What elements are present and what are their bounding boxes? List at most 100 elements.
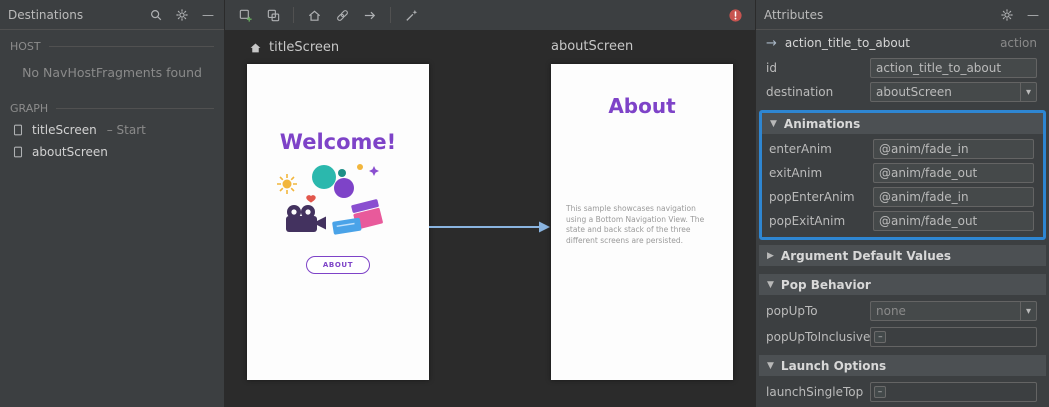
gear-icon[interactable] [174,7,190,23]
collapse-triangle-icon: ▼ [767,360,774,371]
screen-name: titleScreen [269,39,340,55]
about-body-text: This sample showcases navigation using a… [566,204,705,245]
popenteranim-row: popEnterAnim [762,185,1043,209]
attributes-panel-title: Attributes [764,7,824,22]
destination-dropdown[interactable]: aboutScreen ▾ [870,82,1037,102]
popuptoinclusive-row: popUpToInclusive – [756,324,1049,350]
animations-selection-highlight: ▼ Animations enterAnim exitAnim popEnter… [759,110,1046,240]
popupto-value: none [876,304,906,318]
popuptoinclusive-label: popUpToInclusive [766,330,871,344]
chevron-down-icon: ▾ [1020,83,1036,101]
gear-icon[interactable] [999,7,1015,23]
nested-graph-icon[interactable] [265,7,281,23]
checkbox-indeterminate-icon: – [874,331,887,343]
about-heading: About [608,94,676,118]
collapse-triangle-icon: ▼ [770,118,777,129]
chevron-down-icon: ▾ [1020,302,1036,320]
id-input[interactable] [870,58,1037,78]
enteranim-label: enterAnim [769,142,832,156]
design-surface: titleScreen Welcome! ABOUT aboutScreen A… [225,0,755,407]
aboutscreen-card[interactable]: About This sample showcases navigation u… [551,64,733,380]
assign-start-icon[interactable] [306,7,322,23]
separator-line [56,108,214,109]
separator-line [48,46,214,47]
popenteranim-input[interactable] [873,187,1034,207]
error-badge-icon[interactable] [727,7,743,23]
selected-action-type: action [1000,36,1037,50]
search-icon[interactable] [148,7,164,23]
section-animations[interactable]: ▼ Animations [762,113,1043,134]
about-button[interactable]: ABOUT [305,256,371,274]
section-title: Launch Options [780,358,887,373]
launchsingletop-checkbox-field[interactable]: – [870,382,1037,402]
popexitanim-input[interactable] [873,211,1034,231]
surface-canvas[interactable]: titleScreen Welcome! ABOUT aboutScreen A… [225,30,755,407]
destination-item-suffix: – Start [106,123,146,137]
launchsingletop-label: launchSingleTop [766,385,864,399]
titlescreen-card[interactable]: Welcome! ABOUT [247,64,429,380]
popuptoinclusive-checkbox-field[interactable]: – [870,327,1037,347]
section-title: Animations [783,116,861,131]
enteranim-input[interactable] [873,139,1034,159]
exitanim-row: exitAnim [762,161,1043,185]
fragment-icon [10,144,26,160]
action-arrow[interactable] [429,220,551,234]
popenteranim-label: popEnterAnim [769,190,855,204]
graph-section-header: GRAPH [0,92,224,119]
host-section-label: HOST [10,40,41,53]
selected-action-row: → action_title_to_about action [756,30,1049,56]
section-title: Pop Behavior [780,277,871,292]
attributes-panel-header: Attributes — [756,0,1049,30]
titlescreen-label[interactable]: titleScreen [247,39,339,55]
new-destination-icon[interactable] [237,7,253,23]
popupto-label: popUpTo [766,304,818,318]
destination-item-label: titleScreen [32,123,97,137]
destinations-panel-header: Destinations — [0,0,224,30]
destination-item-aboutscreen[interactable]: aboutScreen [0,141,224,163]
graph-section-label: GRAPH [10,102,49,115]
auto-arrange-icon[interactable] [403,7,419,23]
deep-link-icon[interactable] [334,7,350,23]
screen-name: aboutScreen [551,39,634,54]
host-empty-message: No NavHostFragments found [22,65,202,80]
selected-action-name: action_title_to_about [784,36,910,50]
attributes-panel: Attributes — → action_title_to_about act… [755,0,1049,407]
aboutscreen-label[interactable]: aboutScreen [551,39,633,54]
popexitanim-label: popExitAnim [769,214,846,228]
section-launch-options[interactable]: ▼ Launch Options [759,355,1046,376]
minimize-icon[interactable]: — [1025,7,1041,23]
movie-illustration [277,164,383,235]
id-row: id [756,56,1049,80]
popupto-dropdown[interactable]: none ▾ [870,301,1037,321]
destinations-panel-title: Destinations [8,7,84,22]
id-label: id [766,61,777,75]
navigation-editor: Destinations — HOST No NavHostFragments … [0,0,1049,407]
surface-toolbar [225,0,755,30]
exitanim-input[interactable] [873,163,1034,183]
destination-value: aboutScreen [876,85,952,99]
welcome-heading: Welcome! [279,130,397,154]
enteranim-row: enterAnim [762,137,1043,161]
destinations-panel: Destinations — HOST No NavHostFragments … [0,0,225,407]
launchsingletop-row: launchSingleTop – [756,379,1049,405]
popexitanim-row: popExitAnim [762,209,1043,233]
collapse-triangle-icon: ▼ [767,279,774,290]
section-pop-behavior[interactable]: ▼ Pop Behavior [759,274,1046,295]
action-icon[interactable] [362,7,378,23]
destination-row: destination aboutScreen ▾ [756,80,1049,104]
exitanim-label: exitAnim [769,166,823,180]
destination-item-label: aboutScreen [32,145,108,159]
start-home-icon [247,39,263,55]
section-title: Argument Default Values [780,248,952,263]
toolbar-separator [390,7,391,23]
destination-label: destination [766,85,834,99]
destination-item-titlescreen[interactable]: titleScreen – Start [0,119,224,141]
minimize-icon[interactable]: — [200,7,216,23]
fragment-icon [10,122,26,138]
expand-triangle-icon: ▶ [767,250,774,261]
host-section-header: HOST [0,30,224,57]
section-argument-default-values[interactable]: ▶ Argument Default Values [759,245,1046,266]
popupto-row: popUpTo none ▾ [756,298,1049,324]
toolbar-separator [293,7,294,23]
checkbox-indeterminate-icon: – [874,386,886,398]
